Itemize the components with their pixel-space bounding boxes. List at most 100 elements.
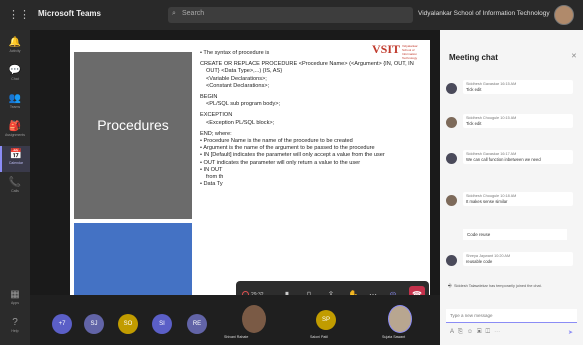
message-text: We can call function inbetween we need: [466, 157, 541, 162]
calendar-icon: 📅: [9, 149, 23, 160]
message-bubble: Siddhesh Chougule 10:18 AM It makes sens…: [463, 192, 573, 206]
message-time: 10:15 AM: [500, 116, 517, 120]
rail-label: Calendar: [8, 161, 24, 165]
rail-assignments[interactable]: 🎒 Assignments: [0, 118, 30, 144]
meeting-chat-panel: Meeting chat ✕ Siddhesh Gavaskar 16:15 A…: [440, 30, 583, 345]
avatar: [446, 255, 457, 266]
shared-screen: Procedures VSIT Vidyalankar School of In…: [30, 30, 440, 318]
chat-title: Meeting chat: [449, 53, 498, 62]
message-text: It makes sense similar: [466, 199, 508, 204]
slide-text-line: The syntax of procedure is: [200, 50, 425, 57]
slide-text-line: END; where:: [200, 130, 232, 137]
system-notice-text: Siddesh Talawdekar has temporarily joine…: [454, 284, 542, 288]
participants-strip: +7 SJ SO SI RE Shivani Rahate SP Saloni …: [30, 295, 440, 345]
slide-text-line: IN OUT: [200, 167, 425, 174]
rail-label: Teams: [9, 105, 21, 109]
slide-text-line: <PL/SQL sub program body>;: [206, 101, 281, 108]
participant-avatar[interactable]: SI: [152, 314, 172, 334]
participant-avatar[interactable]: SP: [316, 310, 336, 330]
compose-input[interactable]: Type a new message: [446, 309, 577, 323]
participant-name: Shivani Rahate: [224, 335, 249, 339]
chat-message-continuation: Code reuse: [463, 229, 567, 240]
rail-apps[interactable]: ▦ Apps: [0, 286, 30, 312]
format-icon[interactable]: A: [450, 329, 458, 335]
rail-label: Chat: [11, 77, 19, 81]
rail-label: Assignments: [4, 133, 26, 137]
message-sender: Siddhesh Chougule: [466, 116, 500, 120]
presentation-slide: Procedures VSIT Vidyalankar School of In…: [70, 40, 430, 318]
slide-text-line: IN [Default] indicates the parameter wil…: [200, 152, 425, 159]
slide-text-line: OUT indicates the parameter will only re…: [200, 160, 425, 167]
slide-title-panel: Procedures: [74, 52, 192, 219]
participant-name: Sujata Sawant: [382, 335, 406, 339]
app-launcher-icon[interactable]: ⋮⋮: [8, 9, 30, 21]
rail-calendar[interactable]: 📅 Calendar: [0, 146, 30, 172]
participant-video-active[interactable]: [388, 305, 412, 333]
slide-text-line: EXCEPTION: [200, 112, 233, 119]
message-time: 10:18 AM: [500, 194, 517, 198]
slide-text-line: <Variable Declarations>;: [206, 75, 267, 82]
apps-icon: ▦: [10, 289, 20, 300]
message-text: Tick edit: [466, 121, 482, 126]
rail-label: Activity: [9, 49, 21, 53]
rail-calls[interactable]: 📞 Calls: [0, 174, 30, 200]
message-time: 16:15 AM: [500, 82, 517, 86]
close-icon[interactable]: ✕: [571, 52, 577, 60]
message-sender: Siddhesh Gavaskar: [466, 82, 500, 86]
message-bubble: Siddhesh Gavaskar 16:15 AM Tick edit: [463, 80, 573, 94]
gif-icon[interactable]: ▣: [477, 329, 486, 335]
rail-teams[interactable]: 👥 Teams: [0, 90, 30, 116]
participant-avatar[interactable]: SJ: [84, 314, 104, 334]
chat-icon: 💬: [8, 65, 22, 76]
search-icon: ⌕: [172, 10, 176, 17]
bell-icon: 🔔: [8, 37, 22, 48]
help-icon: ?: [12, 317, 18, 328]
rail-label: Apps: [11, 301, 19, 305]
rail-help[interactable]: ? Help: [0, 314, 30, 340]
participant-avatar[interactable]: RE: [187, 314, 207, 334]
send-icon[interactable]: ➤: [568, 329, 573, 336]
slide-text-line: from th: [206, 174, 224, 181]
message-time: 16:17 AM: [500, 152, 517, 156]
participant-overflow[interactable]: +7: [52, 314, 72, 334]
calls-icon: 📞: [8, 177, 22, 188]
message-bubble: Siddhesh Chougule 10:15 AM Tick edit: [463, 114, 573, 128]
message-text: Tick edit: [466, 87, 482, 92]
emoji-icon[interactable]: ☺: [467, 329, 477, 335]
assignments-icon: 🎒: [8, 121, 22, 132]
message-bubble: Siddhesh Gavaskar 16:17 AM We can call f…: [463, 150, 573, 164]
teams-icon: 👥: [8, 93, 22, 104]
attach-icon[interactable]: ⎘: [458, 329, 467, 335]
more-options-icon[interactable]: ⋯: [494, 329, 504, 335]
avatar: [446, 153, 457, 164]
participant-video[interactable]: [242, 305, 266, 333]
message-text: reusable code: [466, 259, 493, 264]
message-sender: Siddhesh Chougule: [466, 194, 500, 198]
participant-avatar[interactable]: SO: [118, 314, 138, 334]
slide-title: Procedures: [97, 117, 169, 133]
avatar: [446, 195, 457, 206]
title-bar: ⋮⋮ Microsoft Teams ⌕ Search Vidyalankar …: [0, 0, 583, 30]
rail-label: Help: [11, 329, 19, 333]
rail-chat[interactable]: 💬 Chat: [0, 62, 30, 88]
message-time: 10:20 AM: [494, 254, 511, 258]
app-title: Microsoft Teams: [38, 9, 101, 18]
slide-text-line: OUT} <Data Type>,...) {IS, AS}: [206, 68, 283, 75]
slide-body: The syntax of procedure is CREATE OR REPL…: [200, 50, 425, 188]
org-name: Vidyalankar School of Information Techno…: [418, 10, 550, 17]
slide-text-line: <Constant Declarations>;: [206, 82, 270, 89]
slide-text-line: Procedure Name is the name of the proced…: [200, 138, 425, 145]
rail-activity[interactable]: 🔔 Activity: [0, 34, 30, 60]
participant-name: Saloni Patil: [310, 335, 328, 339]
avatar: [446, 83, 457, 94]
slide-text-line: Data Ty: [200, 181, 425, 188]
search-placeholder: Search: [182, 10, 205, 17]
search-input[interactable]: ⌕ Search: [168, 7, 413, 23]
slide-text-line: Argument is the name of the argument to …: [200, 145, 425, 152]
user-avatar[interactable]: [554, 5, 574, 25]
avatar: [446, 117, 457, 128]
sticker-icon[interactable]: ◫: [486, 329, 495, 335]
compose-toolbar: A⎘☺▣◫⋯: [450, 329, 504, 336]
slide-text-line: <Exception PL/SQL block>;: [206, 119, 275, 126]
app-rail: 🔔 Activity 💬 Chat 👥 Teams 🎒 Assignments …: [0, 30, 30, 345]
